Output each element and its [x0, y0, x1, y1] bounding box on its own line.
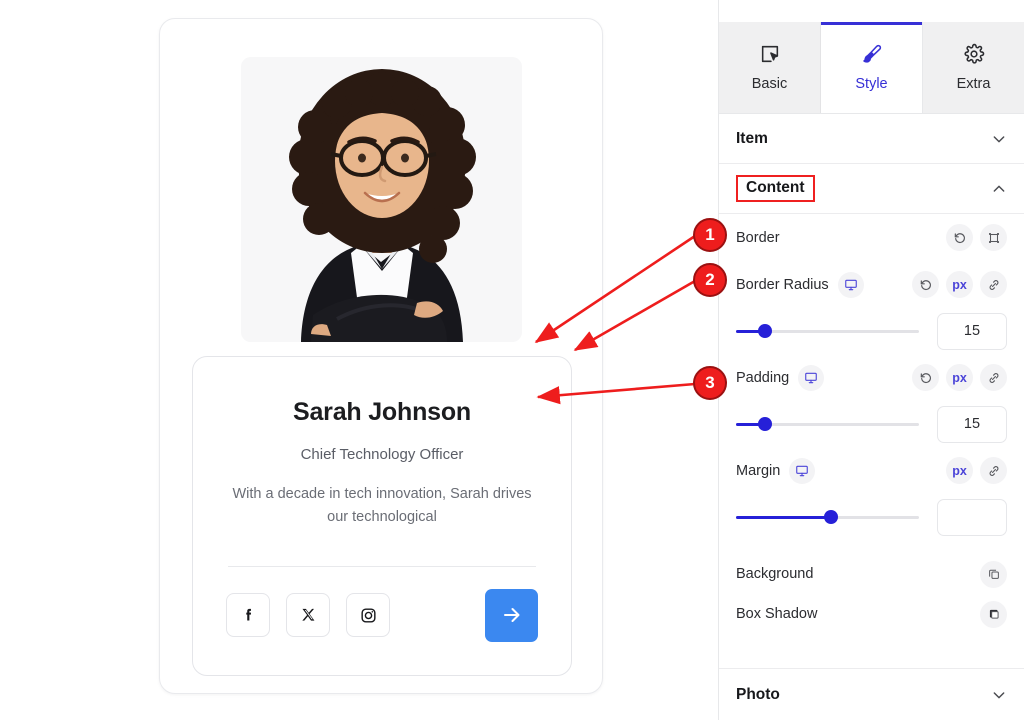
panel-top-strip: [719, 0, 1024, 22]
app-screen: Sarah Johnson Chief Technology Officer W…: [0, 0, 1024, 720]
social-links-row: [226, 588, 538, 642]
control-border-actions: [946, 224, 1007, 251]
member-name: Sarah Johnson: [293, 398, 471, 426]
facebook-link[interactable]: [226, 593, 270, 638]
panel-tabs: Basic Style Extra: [719, 22, 1024, 114]
border-radius-slider[interactable]: [736, 322, 919, 340]
tab-style[interactable]: Style: [821, 22, 923, 113]
content-section-body: Border Border Radius px 15 Padding px 15…: [719, 214, 1024, 668]
slider-row-margin: [736, 494, 1007, 540]
tab-style-label: Style: [855, 76, 888, 92]
instagram-icon: [359, 606, 378, 625]
tab-extra[interactable]: Extra: [923, 22, 1024, 113]
x-twitter-icon: [299, 606, 318, 625]
slider-thumb[interactable]: [758, 324, 773, 338]
reset-icon[interactable]: [912, 271, 939, 298]
unit-toggle-px[interactable]: px: [946, 457, 973, 484]
border-frame-icon[interactable]: [980, 224, 1007, 251]
desktop-device-icon[interactable]: [837, 271, 864, 298]
chevron-down-icon[interactable]: [991, 687, 1007, 703]
section-photo[interactable]: Photo: [719, 668, 1024, 720]
paint-brush-icon: [861, 43, 883, 65]
control-border-radius: Border Radius px: [736, 261, 1007, 308]
x-twitter-link[interactable]: [286, 593, 330, 638]
margin-value[interactable]: [937, 498, 1007, 536]
copy-layers-icon[interactable]: [980, 560, 1007, 588]
preview-canvas: Sarah Johnson Chief Technology Officer W…: [0, 0, 718, 720]
tab-basic[interactable]: Basic: [719, 22, 821, 113]
link-icon[interactable]: [980, 271, 1007, 298]
gear-icon: [963, 43, 985, 65]
slider-row-border-radius: 15: [736, 308, 1007, 354]
control-margin-label: Margin: [736, 462, 781, 479]
slider-fill: [736, 515, 832, 519]
control-box-shadow: Box Shadow: [736, 594, 1007, 634]
team-member-card[interactable]: Sarah Johnson Chief Technology Officer W…: [159, 18, 603, 694]
link-icon[interactable]: [980, 457, 1007, 484]
section-photo-label: Photo: [736, 685, 780, 703]
margin-slider[interactable]: [736, 508, 919, 526]
control-padding: Padding px: [736, 354, 1007, 401]
control-background: Background: [736, 554, 1007, 594]
control-border: Border: [736, 214, 1007, 261]
control-padding-actions: px: [912, 364, 1007, 391]
section-content[interactable]: Content: [719, 164, 1024, 214]
member-role: Chief Technology Officer: [300, 446, 464, 463]
section-item[interactable]: Item: [719, 114, 1024, 164]
slider-row-padding: 15: [736, 401, 1007, 447]
control-margin: Margin px: [736, 447, 1007, 494]
slider-thumb[interactable]: [824, 510, 839, 524]
content-divider: [228, 565, 536, 567]
control-margin-actions: px: [946, 457, 1007, 484]
box-shadow-icon[interactable]: [980, 600, 1007, 628]
settings-panel: Basic Style Extra Item Content Border Bo…: [718, 0, 1024, 720]
member-bio: With a decade in tech innovation, Sarah …: [232, 486, 532, 526]
control-border-label: Border: [736, 229, 780, 246]
reset-icon[interactable]: [912, 364, 939, 391]
control-background-label: Background: [736, 566, 814, 582]
instagram-link[interactable]: [346, 593, 390, 638]
chevron-up-icon[interactable]: [991, 181, 1007, 197]
control-padding-label: Padding: [736, 369, 790, 386]
section-content-label: Content: [736, 175, 815, 202]
control-border-radius-label: Border Radius: [736, 276, 829, 293]
unit-toggle-px[interactable]: px: [946, 271, 973, 298]
reset-icon[interactable]: [946, 224, 973, 251]
arrow-right-icon: [500, 603, 524, 627]
border-radius-value[interactable]: 15: [937, 312, 1007, 350]
link-icon[interactable]: [980, 364, 1007, 391]
tab-basic-label: Basic: [751, 76, 788, 92]
section-item-label: Item: [736, 129, 768, 147]
card-cta-button[interactable]: [485, 588, 538, 642]
tab-extra-label: Extra: [956, 76, 991, 92]
slider-thumb[interactable]: [758, 417, 773, 431]
control-border-radius-actions: px: [912, 271, 1007, 298]
member-content-box[interactable]: Sarah Johnson Chief Technology Officer W…: [192, 356, 572, 676]
member-photo[interactable]: [241, 57, 522, 342]
cursor-select-icon: [759, 43, 781, 65]
control-box-shadow-label: Box Shadow: [736, 606, 818, 622]
padding-value[interactable]: 15: [937, 405, 1007, 443]
padding-slider[interactable]: [736, 415, 919, 433]
desktop-device-icon[interactable]: [798, 364, 825, 391]
desktop-device-icon[interactable]: [789, 457, 816, 484]
unit-toggle-px[interactable]: px: [946, 364, 973, 391]
facebook-icon: [239, 606, 258, 625]
chevron-down-icon[interactable]: [991, 131, 1007, 147]
